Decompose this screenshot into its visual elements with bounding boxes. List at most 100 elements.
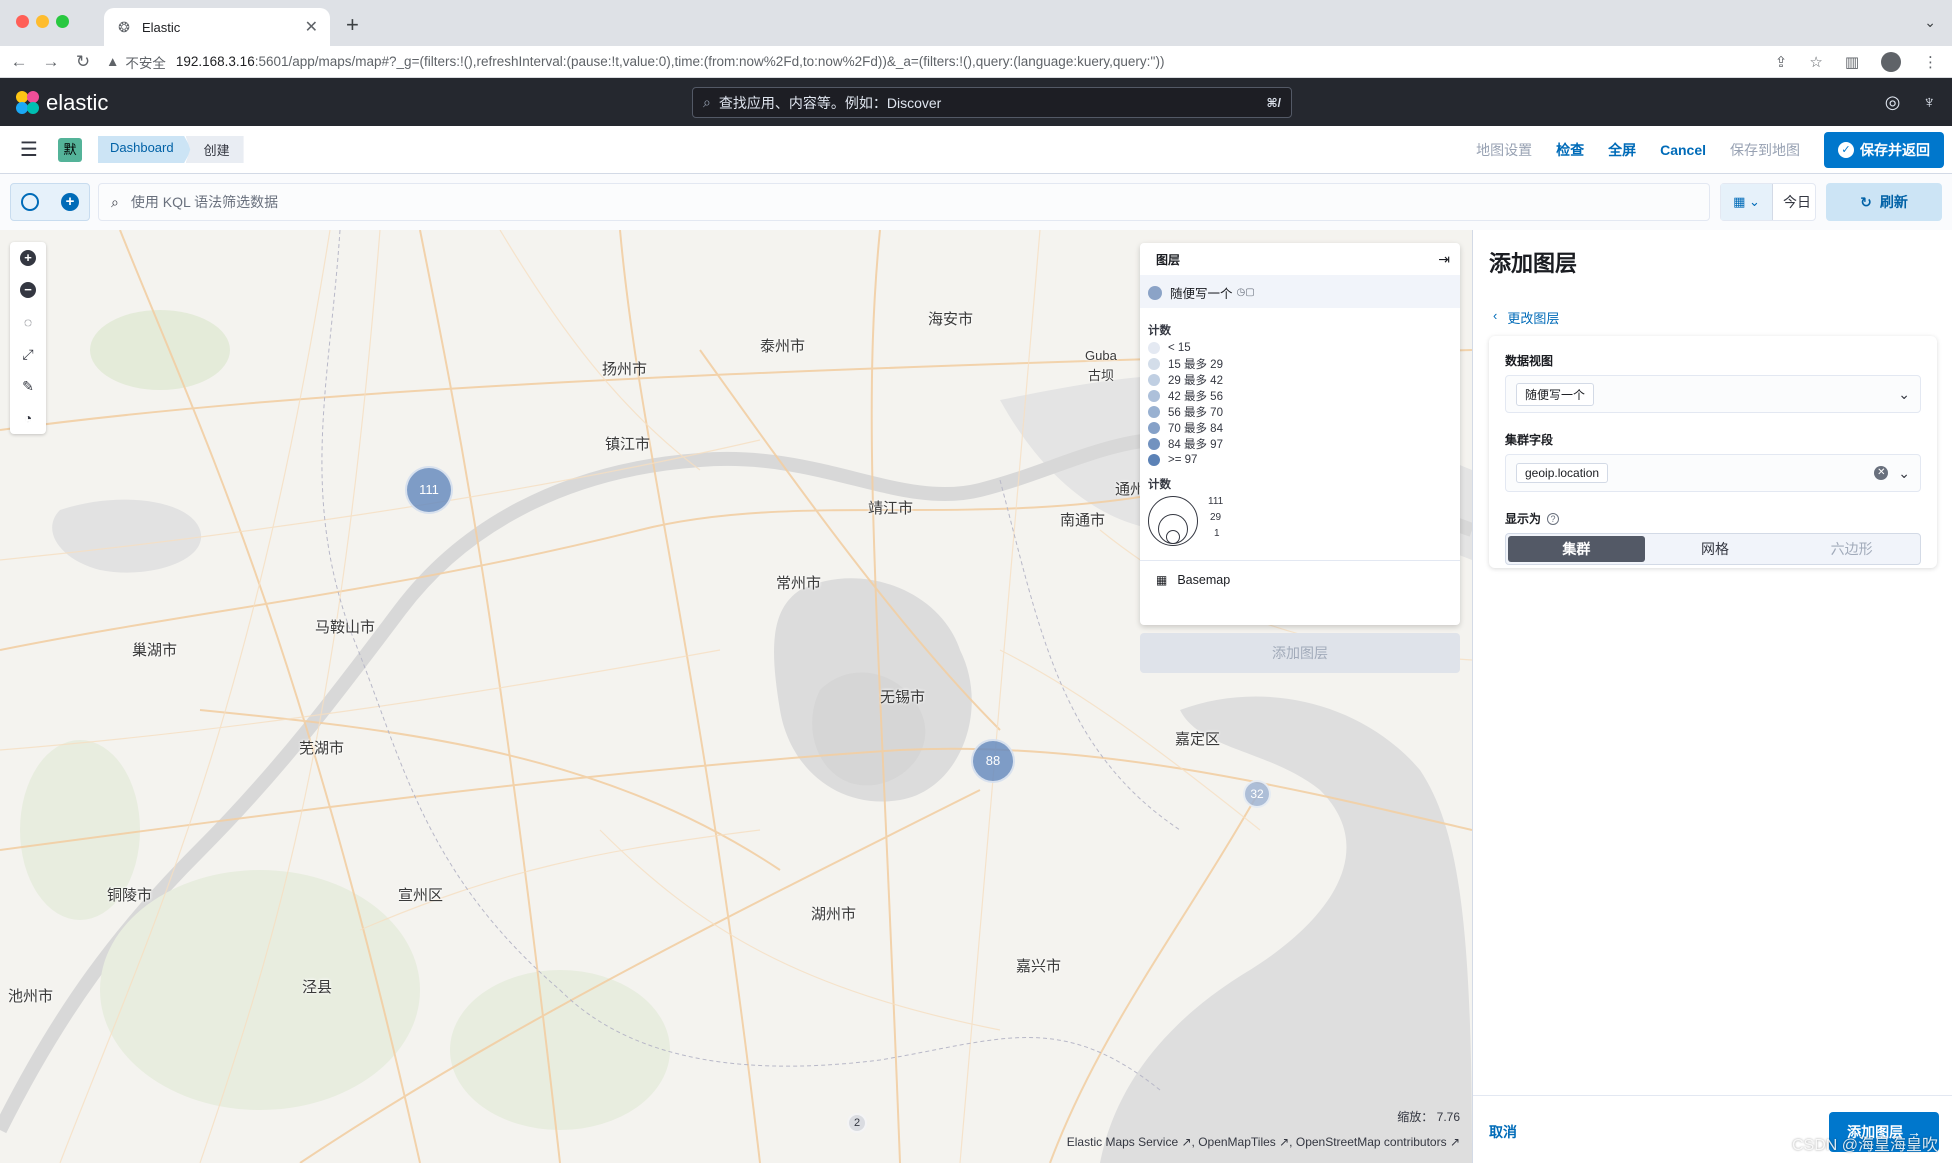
map-label: 古坝 (1088, 368, 1115, 383)
close-window-button[interactable] (16, 15, 29, 28)
grid-icon: ▦ (1156, 572, 1168, 587)
insecure-label: 不安全 (125, 55, 166, 71)
help-icon[interactable]: ? (1547, 512, 1560, 525)
share-icon[interactable]: ⇪ (1775, 53, 1788, 71)
basemap-layer-item[interactable]: ▦ Basemap (1140, 560, 1460, 598)
map-settings-link[interactable]: 地图设置 (1476, 140, 1532, 160)
display-option-grid[interactable]: 网格 (1647, 534, 1784, 564)
tab-search-chevron-icon[interactable]: ⌄ (1924, 14, 1936, 31)
side-panel-icon[interactable]: ▥ (1845, 53, 1859, 71)
legend-label: 42 最多 56 (1168, 391, 1223, 403)
legend-swatch-icon (1148, 390, 1160, 402)
attribution-openmaptiles-link[interactable]: OpenMapTiles (1198, 1135, 1276, 1149)
cancel-link[interactable]: Cancel (1660, 142, 1706, 158)
layer-indicator-icons: ◷▢ (1236, 287, 1255, 298)
map-label: 宣州区 (398, 887, 444, 904)
breadcrumb: Dashboard 创建 (98, 136, 244, 163)
legend-row: 15 最多 29 (1148, 356, 1452, 372)
legend-label: 56 最多 70 (1168, 407, 1223, 419)
save-and-return-button[interactable]: ✓ 保存并返回 (1824, 131, 1944, 168)
map-cluster[interactable]: 32 (1243, 780, 1271, 808)
news-feed-icon[interactable]: ♆ (1923, 92, 1937, 113)
layer-name: 随便写一个 (1170, 287, 1233, 301)
size-legend-title: 计数 (1148, 479, 1171, 491)
map-label: 嘉定区 (1175, 731, 1221, 748)
back-button[interactable]: ← (6, 52, 32, 72)
map-label: 池州市 (8, 988, 54, 1005)
space-badge[interactable]: 默 (58, 137, 82, 162)
zoom-label: 缩放： (1397, 1110, 1434, 1124)
browser-tab-bar: ❂ Elastic ✕ + ⌄ (0, 0, 1952, 46)
legend-label: 70 最多 84 (1168, 423, 1223, 435)
menu-icon[interactable]: ☰ (20, 137, 40, 162)
legend-label: 29 最多 42 (1168, 375, 1223, 387)
measure-button[interactable]: ⤢ (10, 338, 46, 370)
refresh-button[interactable]: ↻ 刷新 (1826, 183, 1942, 221)
cancel-button[interactable]: 取消 (1489, 1122, 1517, 1142)
data-view-select[interactable]: 随便写一个 ⌄ (1505, 375, 1921, 413)
ruler-icon: ⤢ (22, 345, 34, 362)
legend-row: 56 最多 70 (1148, 404, 1452, 420)
legend-swatch-icon (1148, 358, 1160, 370)
timeslider-button[interactable]: ◔ (10, 402, 46, 434)
add-layer-disabled-button[interactable]: 添加图层 (1140, 633, 1460, 673)
inspect-link[interactable]: 检查 (1556, 140, 1584, 160)
layer-panel-header: 图层 ⇥ (1140, 243, 1460, 275)
legend-swatch-icon (1148, 422, 1160, 434)
cluster-field-label: 集群字段 (1505, 433, 1554, 447)
map-cluster[interactable]: 88 (971, 739, 1015, 783)
change-layer-link[interactable]: ‹ 更改图层 (1493, 308, 1559, 327)
logo-text: elastic (46, 90, 109, 115)
attribution-osm-link[interactable]: OpenStreetMap contributors (1296, 1135, 1447, 1149)
kibana-subheader: ☰ 默 Dashboard 创建 地图设置 检查 全屏 Cancel 保存到地图… (0, 126, 1952, 174)
display-option-clusters[interactable]: 集群 (1508, 536, 1645, 562)
legend-row: 42 最多 56 (1148, 388, 1452, 404)
clear-icon[interactable]: ✕ (1874, 466, 1889, 480)
kql-search-input[interactable]: ⌕ 使用 KQL 语法筛选数据 (98, 183, 1710, 221)
add-filter-icon[interactable]: + (61, 193, 79, 211)
layer-item[interactable]: 随便写一个 ◷▢ (1140, 275, 1460, 308)
fit-to-data-button[interactable]: ◌ (10, 306, 46, 338)
collapse-panel-icon[interactable]: ⇥ (1438, 251, 1450, 268)
fullscreen-link[interactable]: 全屏 (1608, 140, 1636, 160)
map-label: 马鞍山市 (315, 619, 376, 636)
date-picker[interactable]: ▦ ⌄ 今日 (1720, 183, 1816, 221)
reload-button[interactable]: ↻ (70, 52, 96, 72)
close-tab-icon[interactable]: ✕ (305, 17, 318, 37)
zoom-out-button[interactable]: − (10, 274, 46, 306)
calendar-icon[interactable]: ▦ ⌄ (1721, 184, 1773, 220)
bookmark-star-icon[interactable]: ☆ (1809, 53, 1822, 71)
forward-button[interactable]: → (38, 52, 64, 72)
warning-icon: ▲ (106, 54, 120, 69)
attribution-ems-link[interactable]: Elastic Maps Service (1067, 1135, 1178, 1149)
layer-color-dot-icon (1148, 285, 1162, 300)
minimize-window-button[interactable] (36, 15, 49, 28)
global-search-input[interactable]: ⌕ 查找应用、内容等。例如：Discover ⌘/ (692, 87, 1292, 118)
display-as-label-row: 显示为 ? (1505, 510, 1921, 527)
breadcrumb-dashboard[interactable]: Dashboard (98, 136, 192, 163)
clock-icon: ◔ (23, 410, 33, 426)
draw-tool-button[interactable]: ✎ (10, 370, 46, 402)
basemap-label: Basemap (1177, 572, 1231, 587)
maximize-window-button[interactable] (56, 15, 69, 28)
elastic-logo[interactable]: elastic (16, 90, 108, 116)
filter-menu-icon[interactable] (21, 193, 39, 211)
layer-config-card: 数据视图 随便写一个 ⌄ 集群字段 geoip.location ✕ ⌄ 显示为… (1489, 336, 1937, 568)
save-to-map-link[interactable]: 保存到地图 (1730, 140, 1800, 160)
chevron-down-icon: ⌄ (1898, 464, 1910, 481)
browser-tab[interactable]: ❂ Elastic ✕ (104, 8, 330, 46)
new-tab-button[interactable]: + (346, 12, 359, 38)
map-cluster[interactable]: 111 (405, 466, 453, 514)
cluster-field-select[interactable]: geoip.location ✕ ⌄ (1505, 454, 1921, 492)
browser-menu-icon[interactable]: ⋮ (1923, 53, 1938, 71)
url-field[interactable]: ▲ 不安全 192.168.3.16:5601/app/maps/map#?_g… (106, 52, 1165, 72)
legend-label: 15 最多 29 (1168, 359, 1223, 371)
zoom-in-button[interactable]: + (10, 242, 46, 274)
pencil-icon: ✎ (22, 377, 34, 394)
display-option-hexagons[interactable]: 六边形 (1783, 534, 1920, 564)
display-as-label: 显示为 (1505, 512, 1542, 526)
add-layer-panel: 添加图层 ‹ 更改图层 数据视图 随便写一个 ⌄ 集群字段 geoip.loca… (1472, 230, 1952, 1163)
map-cluster[interactable]: 2 (847, 1113, 867, 1133)
profile-avatar-icon[interactable] (1881, 51, 1901, 72)
help-icon[interactable]: ◎ (1885, 92, 1901, 113)
